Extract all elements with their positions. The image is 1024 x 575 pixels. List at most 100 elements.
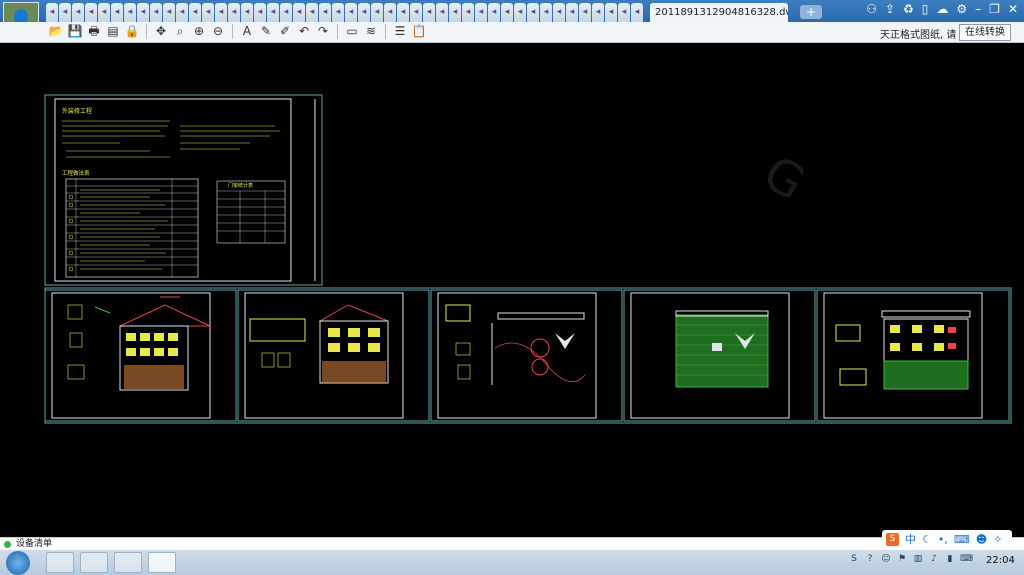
users-icon[interactable]: ⚇: [866, 2, 877, 20]
mini-tab[interactable]: ◂: [85, 3, 97, 22]
mini-tab[interactable]: ◂: [514, 3, 526, 22]
zoom-in-icon[interactable]: ⊕: [191, 23, 207, 40]
punctuation-icon[interactable]: •,: [938, 533, 948, 546]
mini-tab[interactable]: ◂: [371, 3, 383, 22]
marker-icon[interactable]: ✐: [277, 23, 293, 40]
mini-tab[interactable]: ◂: [215, 3, 227, 22]
user-icon[interactable]: ☻: [976, 533, 987, 546]
phone-icon[interactable]: ▯: [922, 2, 929, 20]
save-icon[interactable]: 💾: [67, 23, 83, 40]
minimize-icon[interactable]: –: [975, 2, 981, 20]
mini-tab[interactable]: ◂: [501, 3, 513, 22]
mini-tab[interactable]: ◂: [449, 3, 461, 22]
close-icon[interactable]: ✕: [1008, 2, 1018, 20]
user-icon[interactable]: ☺: [880, 553, 892, 565]
zoom-window-icon[interactable]: ⌕: [172, 23, 188, 40]
mini-tab[interactable]: ◂: [384, 3, 396, 22]
mini-tab[interactable]: ◂: [59, 3, 71, 22]
keyboard-icon[interactable]: ⌨: [954, 533, 970, 546]
books-app[interactable]: [114, 552, 142, 573]
mini-tab[interactable]: ◂: [527, 3, 539, 22]
mini-tab[interactable]: ◂: [488, 3, 500, 22]
sogou-icon[interactable]: S: [848, 553, 860, 565]
mini-tab[interactable]: ◂: [46, 3, 58, 22]
redo-icon[interactable]: ↷: [315, 23, 331, 40]
maximize-icon[interactable]: ❐: [989, 2, 1000, 20]
mini-tab[interactable]: ◂: [189, 3, 201, 22]
mini-tab[interactable]: ◂: [280, 3, 292, 22]
mini-tab[interactable]: ◂: [98, 3, 110, 22]
lock-icon[interactable]: 🔒: [124, 23, 140, 40]
pan-icon[interactable]: ✥: [153, 23, 169, 40]
mini-tab[interactable]: ◂: [72, 3, 84, 22]
mini-tab[interactable]: ◂: [267, 3, 279, 22]
mini-tab[interactable]: ◂: [540, 3, 552, 22]
mini-tab[interactable]: ◂: [592, 3, 604, 22]
mini-tab[interactable]: ◂: [306, 3, 318, 22]
mini-tab[interactable]: ◂: [111, 3, 123, 22]
mini-tab[interactable]: ◂: [605, 3, 617, 22]
mini-tab[interactable]: ◂: [137, 3, 149, 22]
drawing-canvas[interactable]: 外装修工程 工程做法表 门窗统计表 G: [0, 43, 1024, 537]
measure-icon[interactable]: ▭: [344, 23, 360, 40]
cloud-icon[interactable]: ☁: [936, 2, 948, 20]
clock[interactable]: 22:04: [986, 555, 1015, 566]
tab-drawing-file[interactable]: 2011891312904816328.dwg×: [650, 3, 788, 22]
battery-icon[interactable]: ▮: [944, 553, 956, 565]
help-icon[interactable]: ?: [864, 553, 876, 565]
pen-icon[interactable]: ✎: [258, 23, 274, 40]
online-convert-button[interactable]: 在线转换: [959, 24, 1011, 41]
volume-icon[interactable]: ♪: [928, 553, 940, 565]
mini-tab[interactable]: ◂: [345, 3, 357, 22]
mini-tab[interactable]: ◂: [397, 3, 409, 22]
ime-mode[interactable]: 中: [905, 531, 916, 547]
print-icon[interactable]: 🖶: [86, 23, 102, 40]
mini-tab[interactable]: ◂: [579, 3, 591, 22]
settings-icon[interactable]: ⚙: [956, 2, 967, 20]
share-icon[interactable]: ⇪: [885, 2, 895, 20]
cad-app[interactable]: [148, 552, 176, 573]
mini-tab[interactable]: ◂: [124, 3, 136, 22]
text-icon[interactable]: A: [239, 23, 255, 40]
ime-toolbar[interactable]: S 中 ☾ •, ⌨ ☻ ✧: [882, 530, 1012, 548]
keyboard-icon[interactable]: ⌨: [960, 553, 973, 565]
tianzheng-notice: 天正格式图纸, 请: [880, 30, 957, 41]
mini-tab[interactable]: ◂: [202, 3, 214, 22]
folder-app[interactable]: [46, 552, 74, 573]
flag-icon[interactable]: ⚑: [896, 553, 908, 565]
stack-icon[interactable]: ☰: [392, 23, 408, 40]
mini-tab[interactable]: ◂: [410, 3, 422, 22]
mini-tab[interactable]: ◂: [163, 3, 175, 22]
mini-tab[interactable]: ◂: [462, 3, 474, 22]
layer-icon[interactable]: ≋: [363, 23, 379, 40]
mini-tab[interactable]: ◂: [319, 3, 331, 22]
person-app[interactable]: [80, 552, 108, 573]
mini-tab[interactable]: ◂: [254, 3, 266, 22]
tools-icon[interactable]: ✧: [993, 533, 1002, 546]
mini-tab[interactable]: ◂: [332, 3, 344, 22]
mini-tab[interactable]: ◂: [566, 3, 578, 22]
network-icon[interactable]: ▥: [912, 553, 924, 565]
open-icon[interactable]: 📂: [48, 23, 64, 40]
skin-icon[interactable]: ♻: [903, 2, 914, 20]
moon-icon[interactable]: ☾: [922, 533, 932, 546]
mini-tab[interactable]: ◂: [618, 3, 630, 22]
mini-tab[interactable]: ◂: [475, 3, 487, 22]
mini-tab[interactable]: ◂: [228, 3, 240, 22]
mini-tab[interactable]: ◂: [423, 3, 435, 22]
zoom-out-icon[interactable]: ⊖: [210, 23, 226, 40]
mini-tab[interactable]: ◂: [241, 3, 253, 22]
mini-tab[interactable]: ◂: [358, 3, 370, 22]
mini-tab[interactable]: ◂: [631, 3, 643, 22]
mini-tab[interactable]: ◂: [150, 3, 162, 22]
undo-icon[interactable]: ↶: [296, 23, 312, 40]
clipboard-icon[interactable]: 📋: [411, 23, 427, 40]
mini-tab[interactable]: ◂: [553, 3, 565, 22]
new-tab-button[interactable]: +: [800, 5, 822, 19]
start-button[interactable]: [6, 551, 30, 575]
mini-tab[interactable]: ◂: [293, 3, 305, 22]
mini-tab[interactable]: ◂: [176, 3, 188, 22]
sogou-ime-icon[interactable]: S: [886, 532, 899, 546]
pdf-icon[interactable]: ▤: [105, 23, 121, 40]
mini-tab[interactable]: ◂: [436, 3, 448, 22]
